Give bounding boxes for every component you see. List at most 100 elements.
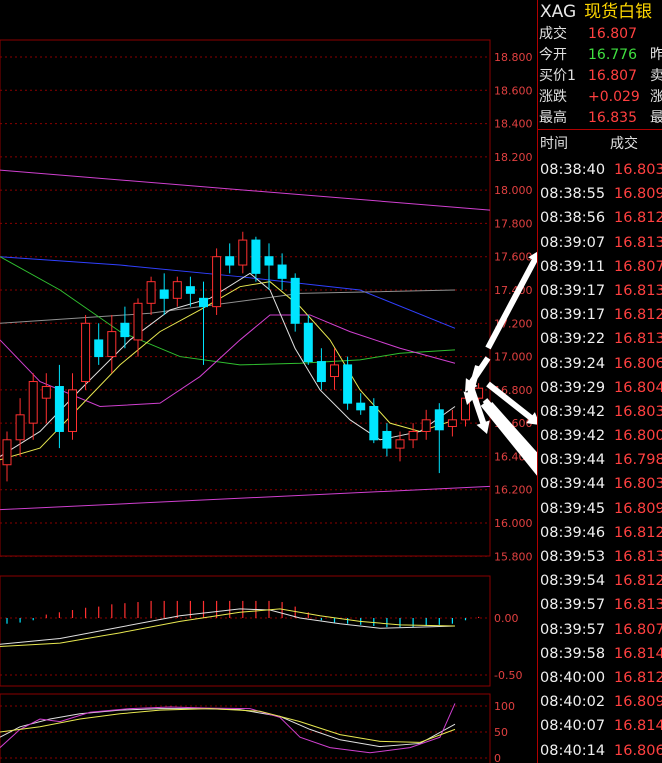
candle-body [28,381,38,424]
tick-price: 16.813 [614,234,662,251]
tick-time: 08:40:07 [540,718,606,735]
tick-price: 16.809 [614,186,662,203]
candle-body [41,386,51,399]
quote-label: 今开 [539,47,567,63]
tick-row[interactable]: 08:40:14 16.806 [538,739,662,763]
tick-row[interactable]: 08:39:29 16.804 [538,376,662,400]
tick-row[interactable]: 08:39:44 16.798 [538,448,662,472]
candle-body [133,302,143,341]
price-axis-tick-label: 18.200 [494,151,533,164]
ticks-header-price: 成交 [610,136,638,152]
candle-body [382,430,392,449]
ticks-header: 时间 成交 [538,129,662,158]
tick-time: 08:39:44 [540,476,606,493]
tick-time: 08:39:58 [540,645,606,662]
tick-row[interactable]: 08:39:17 16.813 [538,279,662,303]
chart-background [0,0,537,763]
price-axis-tick-label: 17.000 [494,351,533,364]
price-axis-tick-label: 18.600 [494,84,533,97]
kdj-axis-tick-label: 0 [494,752,501,763]
tick-price: 16.813 [614,549,662,565]
tick-price: 16.804 [614,379,662,396]
candle-body [316,361,326,383]
tick-row[interactable]: 08:39:17 16.812 [538,303,662,327]
candle-body [225,256,235,266]
ticks-list[interactable]: 08:38:40 16.803 08:38:55 16.809 08:38:56 16.8… [538,158,662,763]
tick-price: 16.800 [614,428,662,445]
candle-body [434,409,444,431]
tick-row[interactable]: 08:39:42 16.803 [538,400,662,424]
candle-body [159,289,169,299]
macd-axis-tick-label: -0.50 [494,669,522,682]
tick-price: 16.806 [614,742,662,759]
tick-row[interactable]: 08:39:58 16.814 [538,642,662,666]
tick-price: 16.814 [614,645,662,662]
candle-body [2,439,12,466]
tick-time: 08:40:00 [540,669,606,686]
candle-body [172,281,182,299]
tick-row[interactable]: 08:39:53 16.813 [538,545,662,569]
tick-price: 16.812 [614,573,662,590]
candle-body [94,339,104,358]
quote-panel: 成交 16.807 今开 16.776 昨买价1 16.807 卖涨跌 +0.029 涨最高 16… [538,24,662,129]
tick-time: 08:39:54 [540,573,606,590]
tick-time: 08:38:40 [540,162,606,178]
candle-body [343,364,353,404]
tick-row[interactable]: 08:39:22 16.813 [538,327,662,351]
candle-body [185,286,195,294]
symbol-name: 现货白银 [584,2,653,22]
tick-row[interactable]: 08:39:46 16.812 [538,521,662,545]
symbol-header: XAG 现货白银 [538,0,662,24]
tick-time: 08:39:11 [540,258,606,275]
tick-price: 16.812 [614,524,662,541]
tick-row[interactable]: 08:40:00 16.812 [538,666,662,690]
tick-price: 16.813 [614,282,662,299]
candle-body [120,322,130,338]
tick-time: 08:39:17 [540,282,606,299]
tick-time: 08:39:57 [540,597,606,614]
tick-row[interactable]: 08:38:40 16.803 [538,158,662,182]
tick-price: 16.813 [614,597,662,614]
tick-row[interactable]: 08:38:56 16.812 [538,206,662,230]
tick-row[interactable]: 08:39:54 16.812 [538,569,662,593]
kdj-axis-tick-label: 50 [494,726,508,739]
tick-time: 08:39:24 [540,355,606,372]
candle-body [369,406,379,441]
tick-row[interactable]: 08:40:07 16.814 [538,714,662,738]
macd-axis-tick-label: 0.00 [494,612,519,625]
tick-row[interactable]: 08:39:07 16.813 [538,231,662,255]
quote-row: 最高 16.835 最 [538,108,662,129]
price-axis-tick-label: 17.800 [494,217,533,230]
candle-body [395,439,405,449]
tick-price: 16.807 [614,258,662,275]
tick-row[interactable]: 08:40:02 16.809 [538,690,662,714]
symbol-code: XAG [540,2,577,22]
quote-extra-label: 最 [650,108,662,129]
price-axis-tick-label: 18.800 [494,51,533,64]
candle-body [54,386,64,432]
price-axis-tick-label: 16.000 [494,517,533,530]
quote-label: 买价1 [539,68,576,84]
tick-row[interactable]: 08:39:57 16.807 [538,618,662,642]
tick-time: 08:38:55 [540,186,606,203]
tick-row[interactable]: 08:38:55 16.809 [538,182,662,206]
tick-row[interactable]: 08:39:42 16.800 [538,424,662,448]
tick-time: 08:39:53 [540,549,606,565]
tick-price: 16.809 [614,500,662,517]
price-axis-tick-label: 16.200 [494,484,533,497]
tick-price: 16.798 [614,452,662,469]
tick-time: 08:39:29 [540,379,606,396]
tick-row[interactable]: 08:39:44 16.803 [538,472,662,496]
tick-row[interactable]: 08:39:45 16.809 [538,497,662,521]
kline-chart-area[interactable]: 18.800 18.600 18.400 18.200 18.000 17.800 17.6… [0,0,537,763]
tick-time: 08:39:46 [540,524,606,541]
tick-price: 16.812 [614,210,662,227]
quote-value: 16.776 [588,47,637,63]
tick-row[interactable]: 08:39:24 16.806 [538,352,662,376]
candle-body [251,239,261,274]
tick-row[interactable]: 08:39:11 16.807 [538,255,662,279]
tick-row[interactable]: 08:39:57 16.813 [538,593,662,617]
quote-value: 16.807 [588,68,637,84]
tick-time: 08:39:42 [540,428,606,445]
tick-time: 08:39:07 [540,234,606,251]
